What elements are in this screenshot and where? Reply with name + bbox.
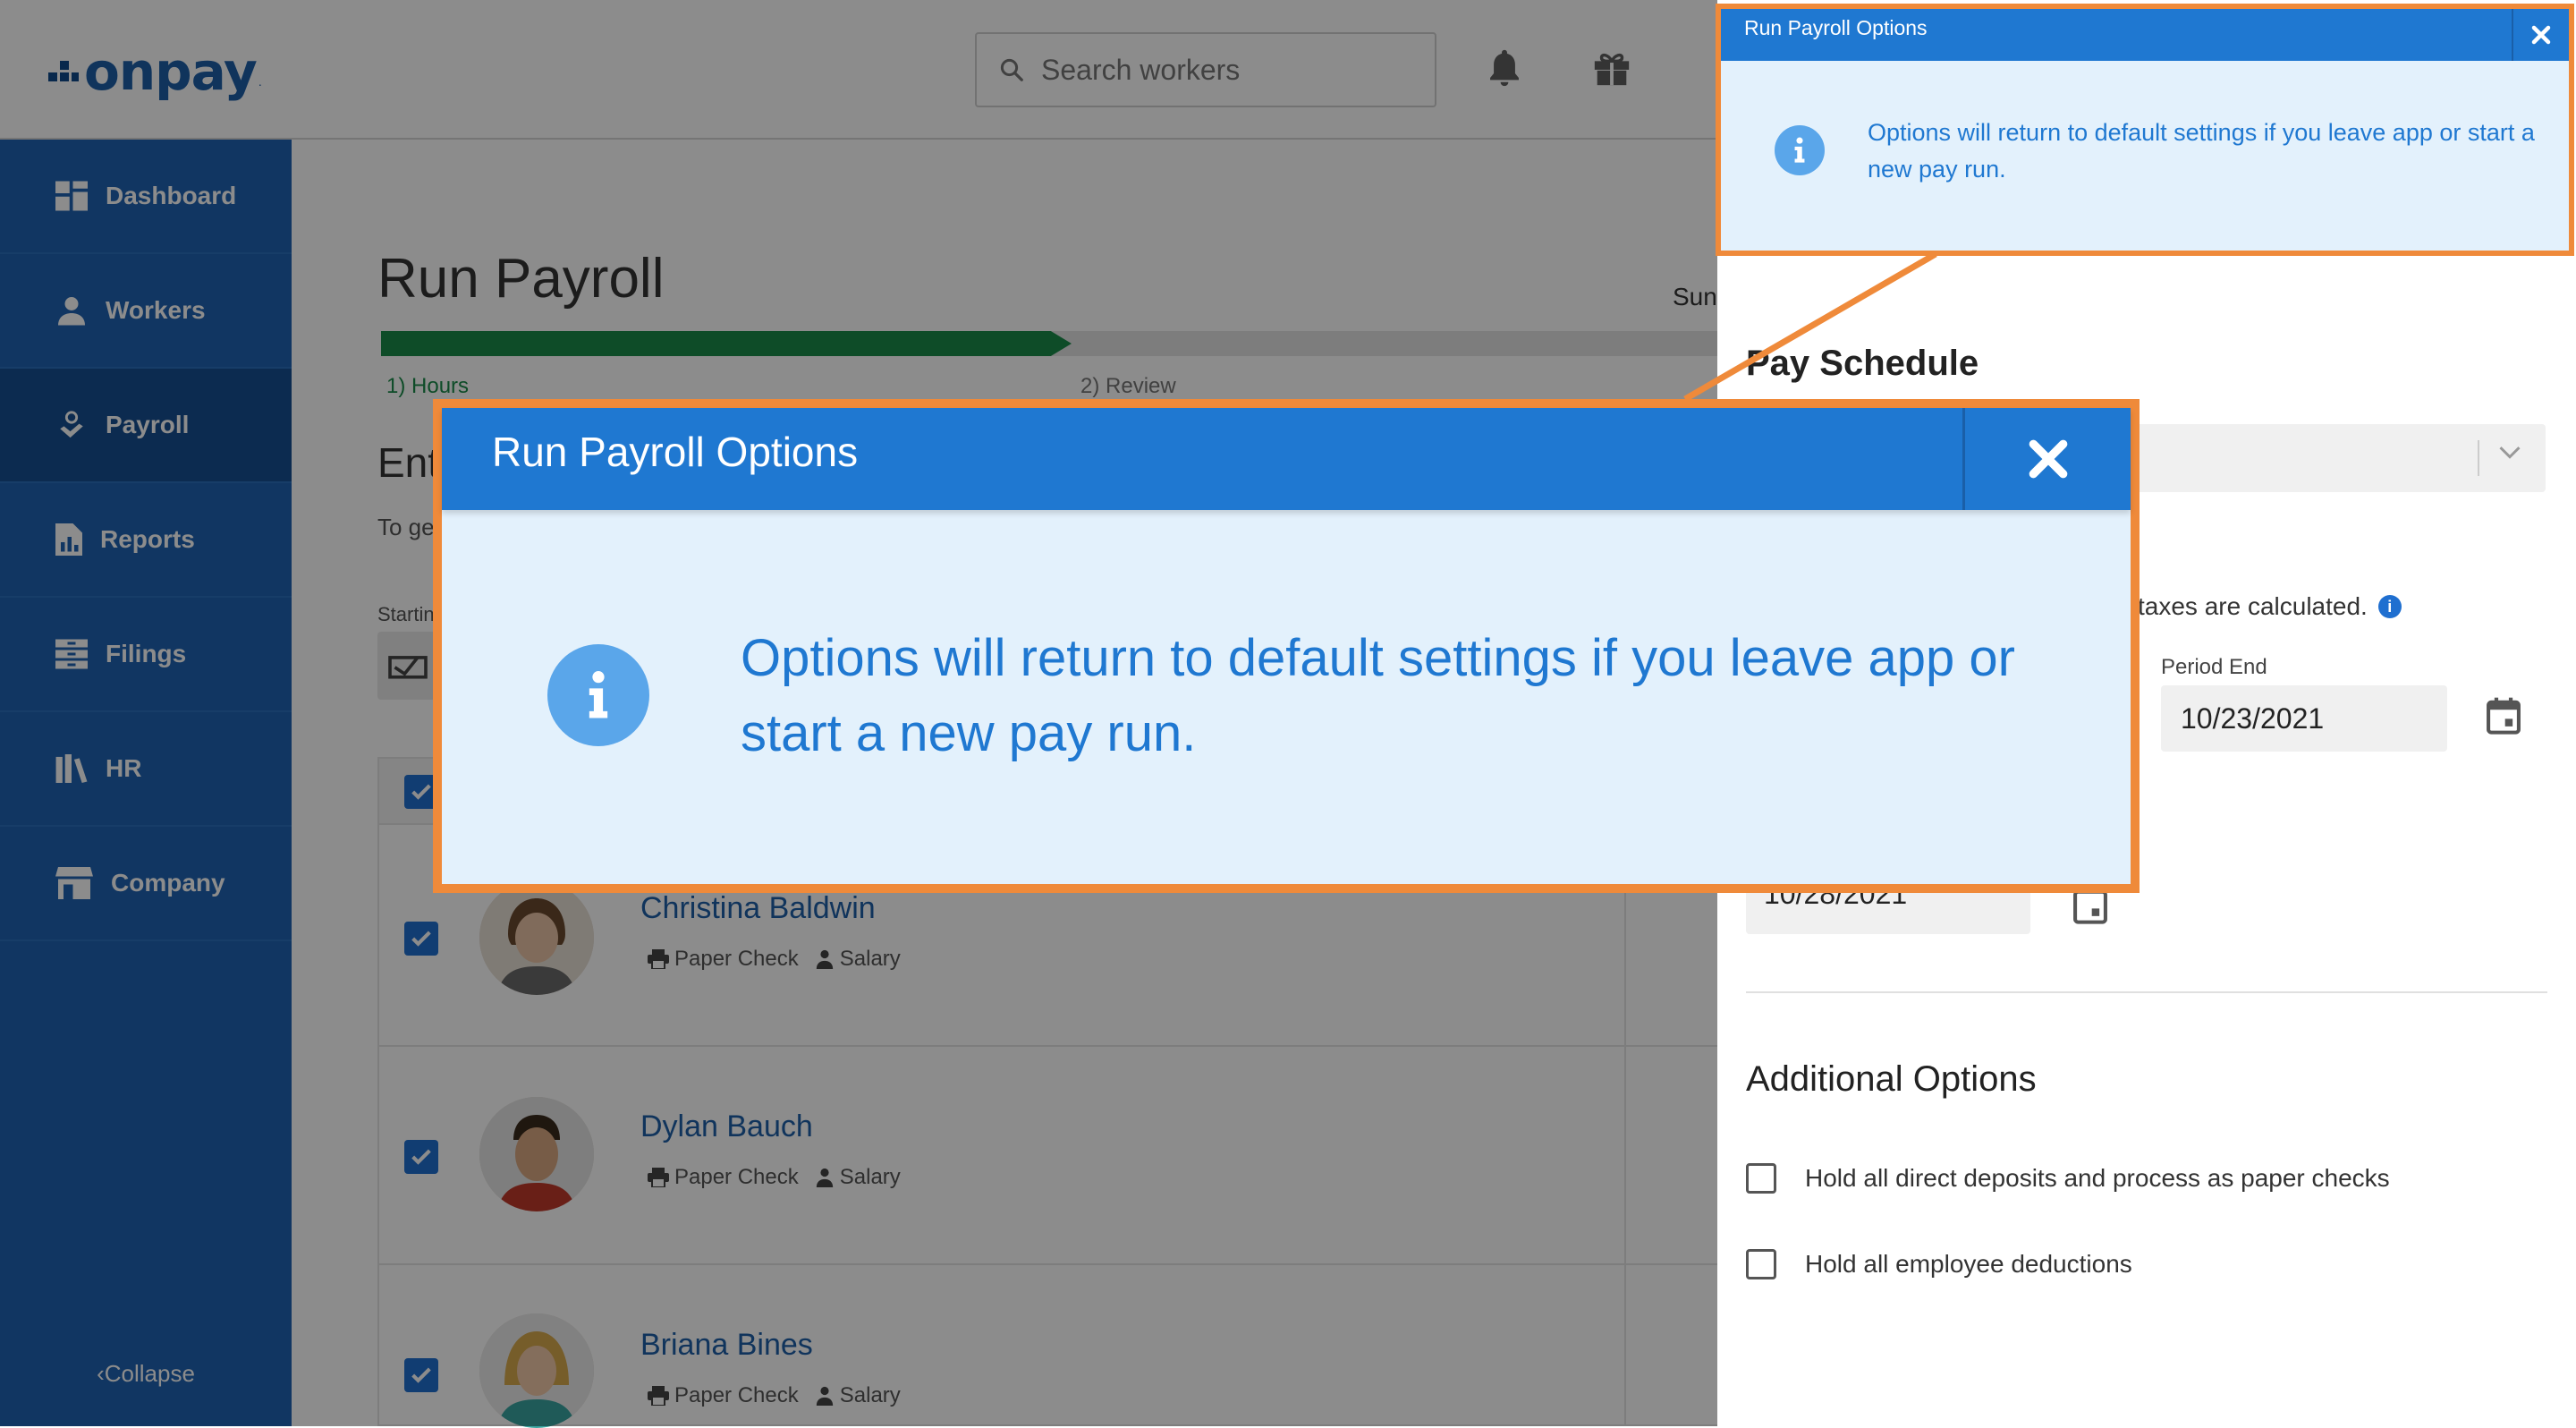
period-end-field[interactable] <box>2161 685 2447 752</box>
option-hold-deposits[interactable]: Hold all direct deposits and process as … <box>1746 1163 2390 1194</box>
taxes-text: taxes are calculated. <box>2138 592 2368 620</box>
info-icon[interactable]: i <box>2377 595 2402 618</box>
close-icon <box>2531 25 2551 45</box>
period-end-label: Period End <box>2161 655 2267 679</box>
popup-close-button[interactable] <box>1962 408 2131 510</box>
info-icon <box>1775 125 1825 175</box>
period-end-input[interactable] <box>2179 701 2433 736</box>
close-icon <box>2029 439 2067 479</box>
additional-options-title: Additional Options <box>1746 1059 2037 1099</box>
popup-message: Options will return to default settings … <box>741 629 2015 762</box>
option-hold-deductions[interactable]: Hold all employee deductions <box>1746 1249 2132 1279</box>
small-popup-close-button[interactable] <box>2512 9 2569 61</box>
calendar-icon[interactable] <box>2485 696 2522 740</box>
taxes-note: taxes are calculated. i <box>2138 592 2402 621</box>
pay-schedule-title: Pay Schedule <box>1746 344 1979 383</box>
pay-schedule-select[interactable] <box>2113 424 2546 492</box>
select-divider <box>2478 440 2479 476</box>
option-checkbox[interactable] <box>1746 1249 1776 1279</box>
option-checkbox[interactable] <box>1746 1163 1776 1194</box>
chevron-down-icon <box>2497 444 2522 466</box>
info-icon <box>547 644 649 746</box>
section-divider <box>1746 991 2547 993</box>
small-popup-message: Options will return to default settings … <box>1868 119 2535 183</box>
small-popup-title: Run Payroll Options <box>1744 16 1928 39</box>
popup-title: Run Payroll Options <box>492 429 859 475</box>
option-label: Hold all direct deposits and process as … <box>1805 1164 2390 1192</box>
option-label: Hold all employee deductions <box>1805 1250 2132 1278</box>
